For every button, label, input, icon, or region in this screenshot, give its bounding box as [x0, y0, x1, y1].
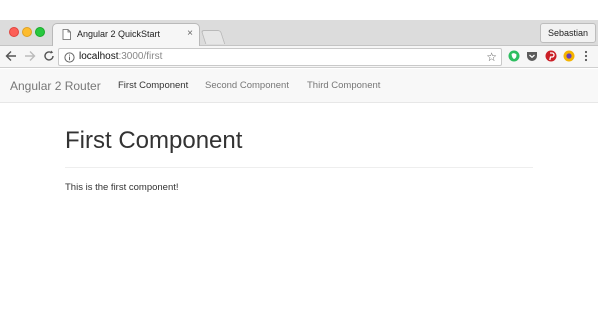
info-icon[interactable] [64, 52, 75, 63]
evernote-icon[interactable] [508, 50, 520, 62]
browser-toolbar: localhost:3000/first ☆ [0, 46, 598, 68]
component-text: This is the first component! [65, 182, 179, 193]
window-maximize-button[interactable] [35, 27, 45, 37]
pinterest-icon[interactable] [545, 50, 557, 62]
forward-arrow-icon[interactable] [24, 49, 36, 63]
extension-icon[interactable] [563, 50, 575, 62]
reload-icon[interactable] [43, 49, 55, 63]
heading-divider [65, 167, 533, 168]
menu-icon[interactable] [583, 49, 589, 63]
nav-link-first-component[interactable]: First Component [118, 80, 188, 91]
browser-tab[interactable]: Angular 2 QuickStart × [52, 23, 200, 46]
bookmark-star-icon[interactable]: ☆ [486, 50, 497, 64]
nav-link-third-component[interactable]: Third Component [307, 80, 380, 91]
back-arrow-icon[interactable] [5, 49, 17, 63]
window-minimize-button[interactable] [22, 27, 32, 37]
browser-tab-strip: Angular 2 QuickStart × Sebastian [0, 20, 598, 46]
nav-link-second-component[interactable]: Second Component [205, 80, 289, 91]
window-close-button[interactable] [9, 27, 19, 37]
page-title: First Component [65, 127, 243, 154]
url-text: localhost:3000/first [79, 51, 162, 62]
url-path: :3000/first [118, 51, 163, 62]
navbar-brand[interactable]: Angular 2 Router [10, 79, 101, 93]
app-navbar: Angular 2 Router First Component Second … [0, 69, 598, 103]
new-tab-button[interactable] [200, 30, 226, 44]
tab-title: Angular 2 QuickStart [77, 29, 161, 39]
page-icon [62, 29, 71, 40]
tab-close-icon[interactable]: × [187, 28, 193, 39]
url-host: localhost [79, 51, 119, 62]
profile-button[interactable]: Sebastian [539, 23, 596, 43]
address-bar[interactable]: localhost:3000/first ☆ [58, 48, 502, 66]
pocket-icon[interactable] [526, 50, 538, 62]
